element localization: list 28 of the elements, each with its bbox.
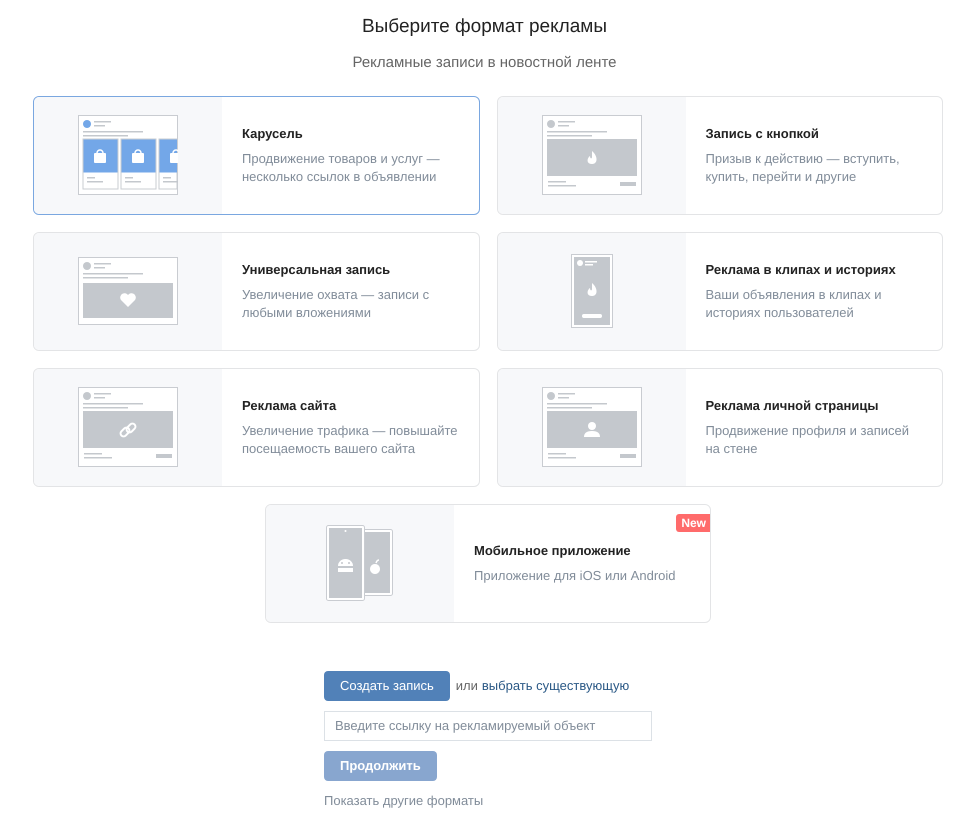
format-description: Ваши объявления в клипах и историях пользователей [706,286,882,322]
format-description: Увеличение трафика — повышайте посещаемость вашего сайта [242,422,458,458]
create-post-button[interactable]: Создать запись [324,670,450,700]
ad-format-card[interactable]: Реклама сайта Увеличение трафика — повышайте посещаемость вашего сайта [33,368,480,486]
format-description: Увеличение охвата — записи с любыми вложениями [242,286,430,322]
format-title: Реклама сайта [242,397,338,416]
ad-format-card[interactable]: Универсальная запись Увеличение охвата — записи с любыми вложениями [33,232,480,350]
link-input-field[interactable]: Введите ссылку на рекламируемый объект [324,710,652,740]
ad-format-card[interactable]: Реклама личной страницы Продвижение профиля и записей на стене [496,368,943,486]
format-title: Реклама личной страницы [706,397,880,416]
format-title: Реклама в клипах и историях [706,261,897,280]
format-title: Мобильное приложение [474,542,632,560]
ad-format-card[interactable]: Карусель Продвижение товаров и услуг — несколько ссылок в объявлении [33,96,480,214]
ad-format-card[interactable]: Мобильное приложение Приложение для iOS или Android New [265,504,711,622]
format-title: Запись с кнопкой [706,125,820,144]
format-description: Продвижение профиля и записей на стене [706,422,910,458]
format-description: Призыв к действию — вступить, купить, перейти и другие [706,150,901,186]
ad-format-card[interactable]: Реклама в клипах и историях Ваши объявления в клипах и историях пользователей [496,232,943,350]
choose-existing-link[interactable]: выбрать существующую [482,676,630,696]
format-description: Продвижение товаров и услуг — несколько ссылок в объявлении [242,150,441,186]
or-text: или [456,676,478,695]
format-description: Приложение для iOS или Android [474,566,676,585]
new-badge: New [676,514,710,532]
format-title: Карусель [242,125,304,144]
page-subtitle: Рекламные записи в новостной ленте [352,53,617,73]
format-title: Универсальная запись [242,261,392,280]
ad-format-card[interactable]: Запись с кнопкой Призыв к действию — вступить, купить, перейти и другие [496,96,943,214]
page-title: Выберите формат рекламы [362,15,608,39]
